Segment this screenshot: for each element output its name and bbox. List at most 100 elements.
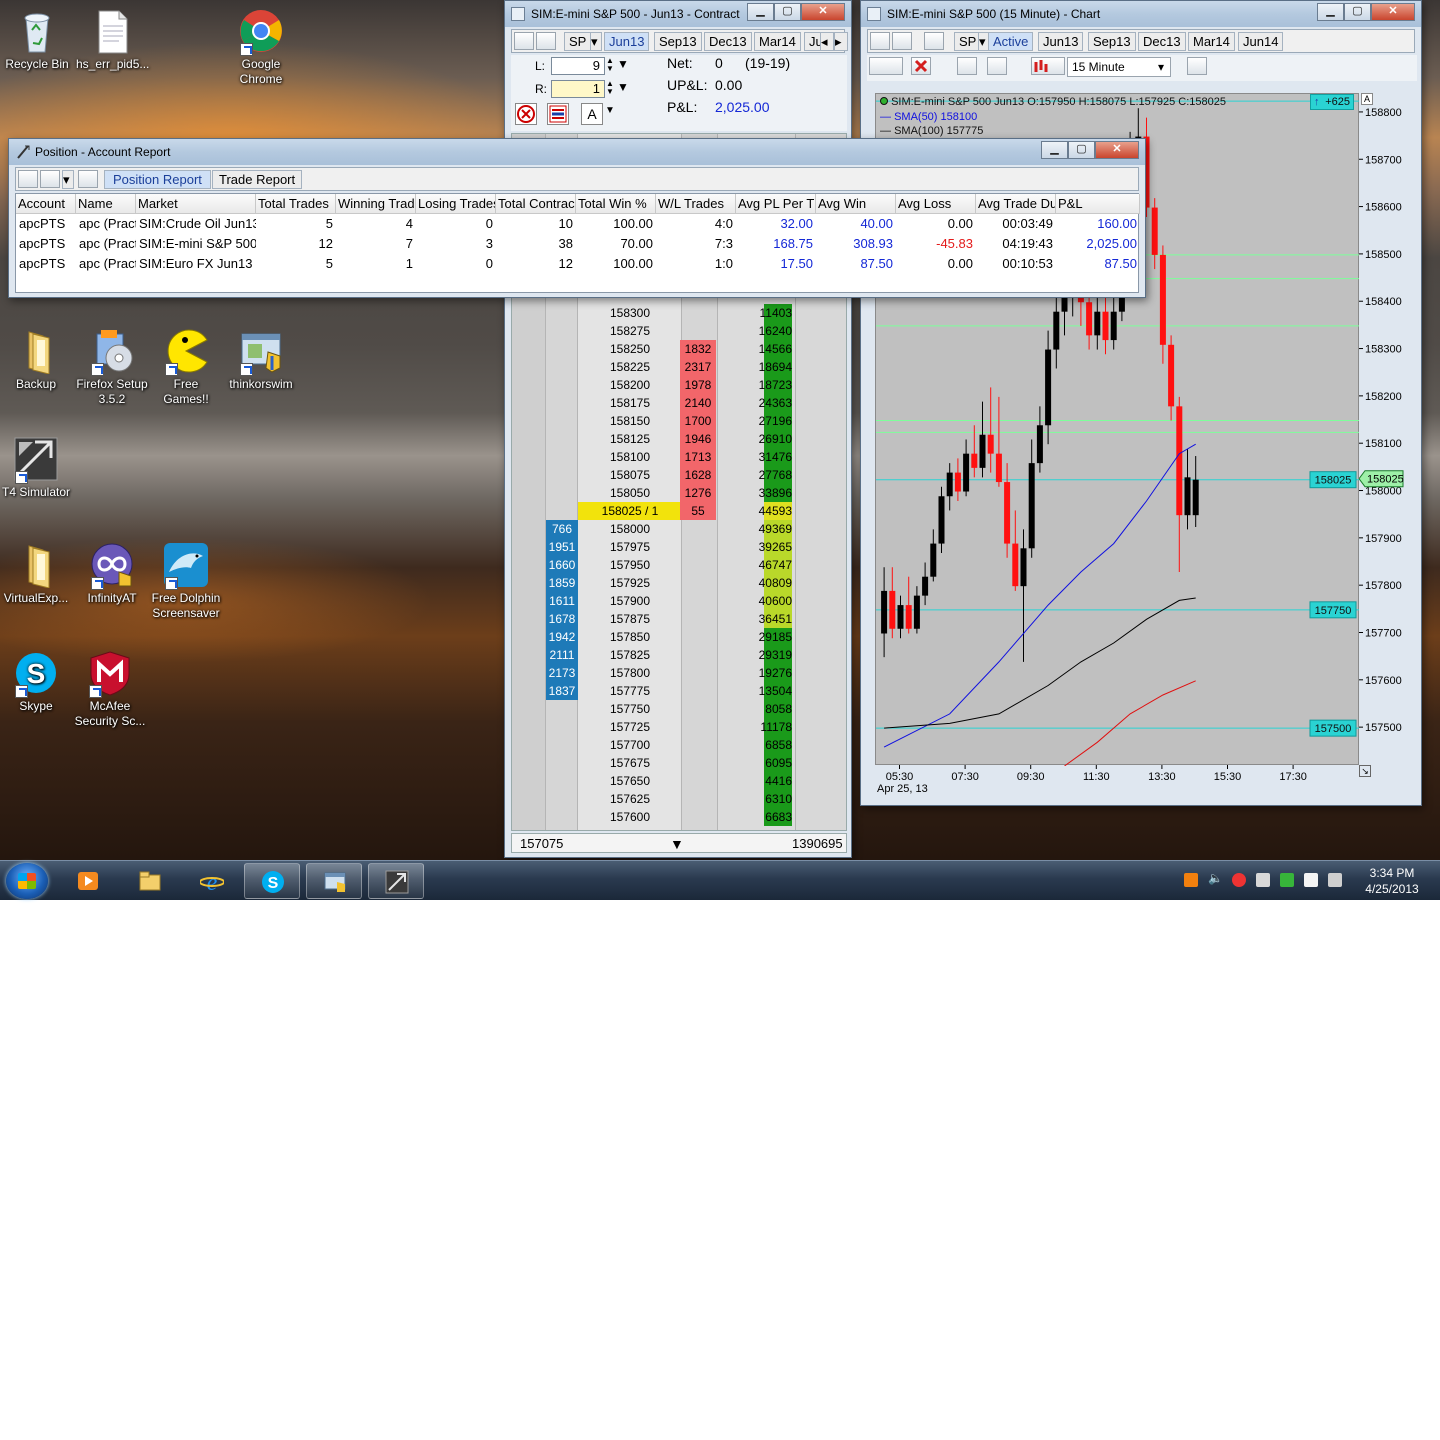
ladder-row[interactable]: 1611 157900 40600 (512, 592, 846, 610)
close-button[interactable]: ✕ (1371, 3, 1415, 21)
contract-titlebar[interactable]: SIM:E-mini S&P 500 - Jun13 - Contract ▁ … (505, 1, 851, 27)
ladder-ask-cell[interactable]: 1978 (680, 376, 716, 394)
desktop-icon-t4-simulator[interactable]: T4 Simulator (0, 436, 72, 500)
report-table[interactable]: Account Name Market Total Trades Winning Tra… (15, 193, 1140, 293)
tab-contract-sep13[interactable]: Sep13 (654, 32, 702, 51)
ladder-row[interactable]: 158025 / 1 55 44593 (512, 502, 846, 520)
tray-flag-icon[interactable] (1304, 873, 1318, 887)
ladder-bid-cell[interactable]: 1611 (546, 592, 578, 610)
ladder-bid-cell[interactable]: 2173 (546, 664, 578, 682)
desktop-icon-backup[interactable]: Backup (0, 328, 72, 392)
ladder-row[interactable]: 1837 157775 13504 (512, 682, 846, 700)
maximize-button[interactable]: ▢ (774, 3, 801, 21)
tab-chart-jun14[interactable]: Jun14 (1238, 32, 1284, 51)
table-row[interactable]: apcPTS apc (Pract SIM:Crude Oil Jun13 5 4 0 10… (16, 214, 1140, 234)
ladder-ask-cell[interactable]: 1832 (680, 340, 716, 358)
report-column-header[interactable]: Avg Win (816, 194, 896, 214)
report-column-header[interactable]: Total Contrac (496, 194, 576, 214)
desktop-icon-google-chrome[interactable]: Google Chrome (225, 8, 297, 87)
tab-contract-dec13[interactable]: Dec13 (704, 32, 752, 51)
minimize-button[interactable]: ▁ (747, 3, 774, 21)
tab-trade-report[interactable]: Trade Report (212, 170, 303, 189)
report-column-header[interactable]: Account (16, 194, 76, 214)
ladder-row[interactable]: 158075 1628 27768 (512, 466, 846, 484)
ladder-ask-cell[interactable]: 1946 (680, 430, 716, 448)
r-quantity-input[interactable]: 1 (551, 80, 605, 98)
ladder-ask-cell[interactable]: 1713 (680, 448, 716, 466)
close-button[interactable]: ✕ (1095, 141, 1139, 159)
desktop-icon-mcafee[interactable]: McAfee Security Sc... (74, 650, 146, 729)
taskbar-internet-explorer[interactable]: e (184, 863, 240, 899)
ladder-ask-cell[interactable]: 1628 (680, 466, 716, 484)
close-button[interactable]: ✕ (801, 3, 845, 21)
report-column-header[interactable]: Market (136, 194, 256, 214)
ladder-ask-cell[interactable]: 2140 (680, 394, 716, 412)
cursor-icon[interactable] (869, 57, 903, 75)
ladder-bid-cell[interactable]: 1942 (546, 628, 578, 646)
desktop-icon-skype[interactable]: S Skype (0, 650, 72, 714)
tab-chart-sep13[interactable]: Sep13 (1088, 32, 1136, 51)
ladder-row[interactable]: 158300 11403 (512, 304, 846, 322)
time-axis[interactable]: 05:30 07:30 09:30 11:30 13:30 15:30 17:30 Apr … (875, 765, 1415, 799)
report-column-header[interactable]: Losing Trades (416, 194, 496, 214)
ladder-row[interactable]: 1660 157950 46747 (512, 556, 846, 574)
print-icon[interactable] (892, 32, 912, 50)
ladder-bid-cell[interactable]: 766 (546, 520, 578, 538)
report-column-header[interactable]: Total Win % (576, 194, 656, 214)
font-dropdown-icon[interactable]: ▼ (605, 105, 617, 123)
ladder-row[interactable]: 2111 157825 29319 (512, 646, 846, 664)
desktop-icon-firefox-setup[interactable]: Firefox Setup 3.5.2 (76, 328, 148, 407)
r-spinner[interactable]: ▲ ▼ (605, 80, 615, 98)
ladder-row[interactable]: 2173 157800 19276 (512, 664, 846, 682)
tab-contract-jun13[interactable]: Jun13 (604, 32, 650, 51)
recenter-arrow-icon[interactable]: ▼ (670, 836, 684, 852)
tray-security-icon[interactable] (1232, 873, 1246, 887)
tray-network-icon[interactable] (1328, 873, 1342, 887)
start-button[interactable] (6, 863, 48, 899)
tray-green-icon[interactable] (1280, 873, 1294, 887)
maximize-button[interactable]: ▢ (1068, 141, 1095, 159)
ladder-ask-cell[interactable]: 55 (680, 502, 716, 520)
report-column-header[interactable]: Winning Trad (336, 194, 416, 214)
chevron-down-icon[interactable]: ▾ (62, 170, 74, 189)
ladder-ask-cell[interactable]: 1276 (680, 484, 716, 502)
font-size-button[interactable]: A (581, 103, 603, 125)
scroll-right-icon[interactable]: ▸ (834, 32, 848, 51)
data-box-icon[interactable] (1187, 57, 1207, 75)
price-axis[interactable]: 158800 158700 158600 158500 158400 158300 1582… (1358, 93, 1415, 765)
l-quantity-input[interactable]: 9 (551, 57, 605, 75)
tab-contract-mar14[interactable]: Mar14 (754, 32, 801, 51)
ladder-bid-cell[interactable]: 1678 (546, 610, 578, 628)
ladder-row[interactable]: 157700 6858 (512, 736, 846, 754)
l-spinner[interactable]: ▲ ▼ (605, 57, 615, 75)
taskbar-file-explorer[interactable] (122, 863, 178, 899)
ladder-row[interactable]: 158275 16240 (512, 322, 846, 340)
contract-window[interactable]: SIM:E-mini S&P 500 - Jun13 - Contract ▁ … (504, 0, 852, 858)
ladder-bid-cell[interactable]: 1837 (546, 682, 578, 700)
scroll-left-icon[interactable]: ◂ (820, 32, 834, 51)
taskbar-t4[interactable] (368, 863, 424, 899)
tab-chart-active[interactable]: Active (988, 32, 1034, 51)
print-icon[interactable] (40, 170, 60, 188)
report-column-header[interactable]: Avg PL Per T (736, 194, 816, 214)
ticket-icon[interactable] (536, 32, 556, 50)
ladder-bid-cell[interactable]: 1859 (546, 574, 578, 592)
l-dropdown-icon[interactable]: ▼ (617, 57, 633, 75)
ladder-bid-cell[interactable]: 1660 (546, 556, 578, 574)
report-column-header[interactable]: W/L Trades (656, 194, 736, 214)
minimize-button[interactable]: ▁ (1041, 141, 1068, 159)
taskbar-media-player[interactable] (60, 863, 116, 899)
properties-icon[interactable] (870, 32, 890, 50)
desktop-icon-virtualexp[interactable]: VirtualExp... (0, 542, 72, 606)
ladder-row[interactable]: 1678 157875 36451 (512, 610, 846, 628)
chart-titlebar[interactable]: SIM:E-mini S&P 500 (15 Minute) - Chart ▁… (861, 1, 1421, 27)
ladder-row[interactable]: 158250 1832 14566 (512, 340, 846, 358)
desktop-icon-infinityat[interactable]: InfinityAT (76, 542, 148, 606)
chart-window[interactable]: SIM:E-mini S&P 500 (15 Minute) - Chart ▁… (860, 0, 1422, 806)
desktop-icon-free-games[interactable]: Free Games!! (150, 328, 222, 407)
ladder-row[interactable]: 1942 157850 29185 (512, 628, 846, 646)
ladder-row[interactable]: 766 158000 49369 (512, 520, 846, 538)
ladder-row[interactable]: 157725 11178 (512, 718, 846, 736)
properties-icon[interactable] (18, 170, 38, 188)
report-column-header[interactable]: Avg Loss (896, 194, 976, 214)
